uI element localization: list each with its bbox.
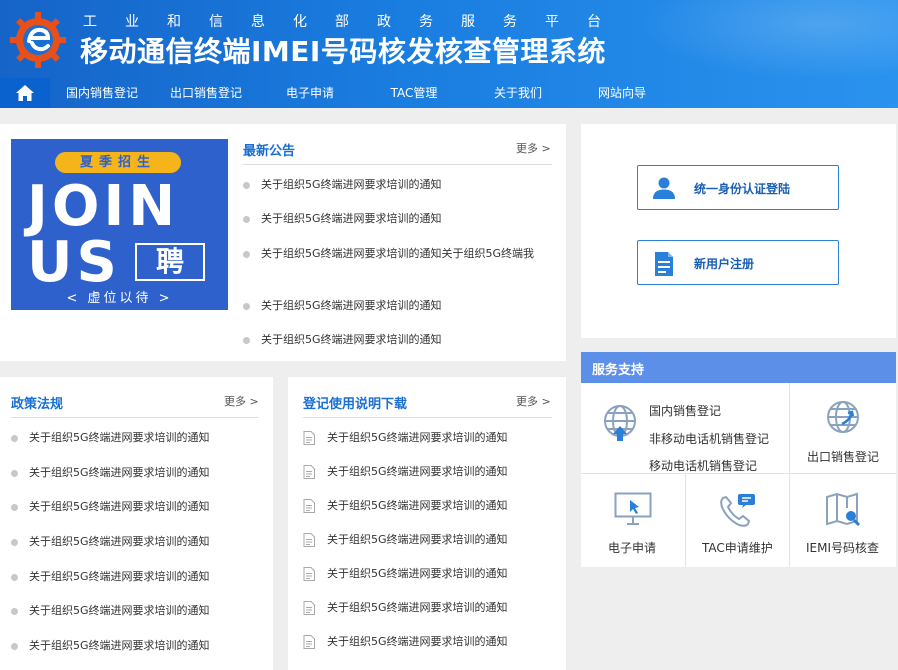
main-nav: 国内销售登记 出口销售登记 电子申请 TAC管理 关于我们 网站向导 (0, 78, 898, 108)
document-icon (303, 499, 315, 513)
policy-divider (11, 417, 258, 418)
list-item[interactable]: 关于组织5G终端进网要求培训的通知 (11, 603, 261, 619)
bullet-icon (11, 435, 18, 442)
service-grid-line (789, 474, 790, 567)
nav-tac-manage[interactable]: TAC管理 (362, 78, 466, 108)
nav-about-us[interactable]: 关于我们 (466, 78, 570, 108)
banner-tag: 夏季招生 (55, 152, 181, 173)
header-subtitle: 工业和信息化部政务服务平台 (83, 14, 629, 30)
sso-login-button[interactable]: 统一身份认证登陆 (637, 165, 839, 210)
user-icon (653, 177, 675, 199)
nav-domestic-sales[interactable]: 国内销售登记 (50, 78, 154, 108)
document-icon (303, 635, 315, 649)
service-link-domestic-sales[interactable]: 国内销售登记 (649, 402, 721, 419)
nav-e-apply[interactable]: 电子申请 (258, 78, 362, 108)
service-header: 服务支持 (581, 352, 896, 383)
list-item[interactable]: 关于组织5G终端进网要求培训的通知 (11, 638, 261, 654)
list-item[interactable]: 关于组织5G终端进网要求培训的通知 (243, 298, 553, 314)
announcements-divider (243, 164, 552, 165)
nav-site-guide[interactable]: 网站向导 (570, 78, 674, 108)
banner-badge: 聘 (135, 243, 205, 281)
sso-login-label: 统一身份认证登陆 (694, 182, 791, 196)
list-item[interactable]: 关于组织5G终端进网要求培训的通知 (243, 211, 553, 227)
bullet-icon (11, 643, 18, 650)
list-item[interactable]: 关于组织5G终端进网要求培训的通知 (11, 499, 261, 515)
policy-panel: 政策法规 更多 > 关于组织5G终端进网要求培训的通知 关于组织5G终端进网要求… (0, 377, 273, 670)
site-logo[interactable] (9, 11, 67, 69)
bullet-icon (243, 182, 250, 189)
announcements-more-link[interactable]: 更多 > (516, 140, 551, 156)
service-grid-line (789, 383, 790, 473)
list-item[interactable]: 关于组织5G终端进网要求培训的通知 (303, 566, 508, 582)
service-link-non-mobile-sales[interactable]: 非移动电话机销售登记 (649, 430, 769, 447)
login-panel: 统一身份认证登陆 新用户注册 (581, 124, 896, 338)
downloads-divider (303, 417, 552, 418)
list-item[interactable]: 关于组织5G终端进网要求培训的通知 (243, 177, 553, 193)
service-title: 服务支持 (592, 363, 645, 378)
service-link-imei-check[interactable]: IEMI号码核查 (806, 539, 879, 556)
document-icon (303, 567, 315, 581)
list-item[interactable]: 关于组织5G终端进网要求培训的通知 (11, 534, 261, 550)
bullet-icon (11, 608, 18, 615)
list-item[interactable]: 关于组织5G终端进网要求培训的通知 (303, 464, 508, 480)
news-panel: 夏季招生 JOIN US 聘 < 虚位以待 > 最新公告 更多 > 关于组织5G… (0, 124, 566, 361)
bullet-icon (243, 216, 250, 223)
downloads-more-link[interactable]: 更多 > (516, 393, 551, 409)
document-icon (303, 465, 315, 479)
home-icon (16, 85, 34, 101)
bullet-icon (243, 251, 250, 258)
service-grid-line (685, 474, 686, 567)
downloads-title: 登记使用说明下载 (303, 397, 408, 412)
bullet-icon (11, 574, 18, 581)
register-label: 新用户注册 (694, 257, 755, 271)
site-header: 工业和信息化部政务服务平台 移动通信终端IMEI号码核发核查管理系统 国内销售登… (0, 0, 898, 108)
banner-slogan: < 虚位以待 > (66, 291, 173, 306)
globe-export-icon[interactable] (826, 400, 860, 434)
page-title: 移动通信终端IMEI号码核发核查管理系统 (80, 35, 606, 68)
list-item[interactable]: 关于组织5G终端进网要求培训的通知 (11, 569, 261, 585)
bullet-icon (11, 504, 18, 511)
list-item[interactable]: 关于组织5G终端进网要求培训的通知 (303, 600, 508, 616)
bullet-icon (243, 337, 250, 344)
register-form-icon (655, 252, 673, 276)
phone-chat-icon[interactable] (718, 492, 756, 528)
register-button[interactable]: 新用户注册 (637, 240, 839, 285)
banner-us: US (27, 230, 121, 295)
monitor-icon[interactable] (614, 492, 652, 526)
policy-more-link[interactable]: 更多 > (224, 393, 259, 409)
bullet-icon (11, 470, 18, 477)
list-item[interactable]: 关于组织5G终端进网要求培训的通知 (303, 634, 508, 650)
banner-join: JOIN (27, 174, 180, 239)
policy-title: 政策法规 (11, 397, 64, 412)
bullet-icon (243, 303, 250, 310)
list-item[interactable]: 关于组织5G终端进网要求培训的通知 (11, 465, 261, 481)
globe-upload-icon[interactable] (602, 404, 638, 442)
service-link-mobile-sales[interactable]: 移动电话机销售登记 (649, 457, 757, 474)
list-item[interactable]: 关于组织5G终端进网要求培训的通知 (303, 498, 508, 514)
service-link-tac-maintain[interactable]: TAC申请维护 (702, 539, 773, 556)
header-glow (638, 0, 898, 80)
join-us-banner[interactable]: 夏季招生 JOIN US 聘 < 虚位以待 > (11, 139, 228, 310)
bullet-icon (11, 539, 18, 546)
list-item[interactable]: 关于组织5G终端进网要求培训的通知 (303, 532, 508, 548)
downloads-panel: 登记使用说明下载 更多 > 关于组织5G终端进网要求培训的通知 关于组织5G终端… (288, 377, 566, 670)
service-panel: 服务支持 国内销售登记 非移动电话机销售登记 移动电话机销售登记 出口销售登记 … (581, 352, 896, 567)
document-icon (303, 533, 315, 547)
service-link-e-apply[interactable]: 电子申请 (608, 539, 656, 556)
map-search-icon[interactable] (825, 492, 861, 528)
list-item[interactable]: 关于组织5G终端进网要求培训的通知 (243, 332, 553, 348)
list-item[interactable]: 关于组织5G终端进网要求培训的通知 (11, 430, 261, 446)
document-icon (303, 601, 315, 615)
service-link-export-sales[interactable]: 出口销售登记 (807, 448, 879, 465)
nav-export-sales[interactable]: 出口销售登记 (154, 78, 258, 108)
announcements-title: 最新公告 (243, 144, 296, 159)
list-item[interactable]: 关于组织5G终端进网要求培训的通知关于组织5G终端我 (243, 246, 553, 262)
list-item[interactable]: 关于组织5G终端进网要求培训的通知 (303, 430, 508, 446)
nav-home[interactable] (0, 78, 50, 108)
document-icon (303, 431, 315, 445)
